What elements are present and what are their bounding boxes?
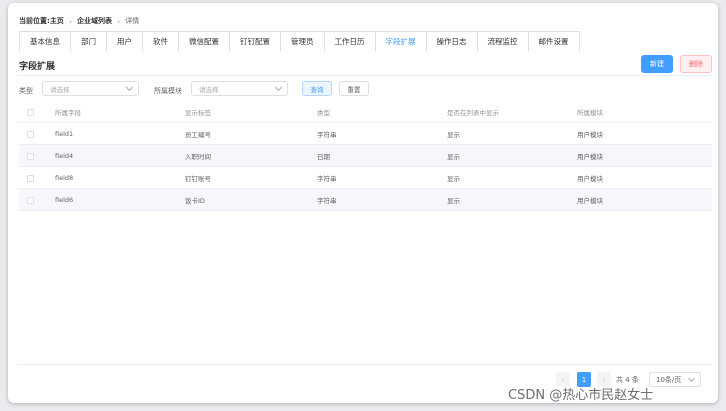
cell-label: 员工编号 — [185, 131, 211, 139]
watermark: CSDN @热心市民赵女士 — [508, 388, 654, 403]
cell-type: 字符串 — [317, 175, 337, 183]
module-select-placeholder: 请选择 — [199, 85, 219, 94]
select-all-checkbox[interactable] — [27, 108, 34, 116]
tab-dingtalk-config[interactable]: 钉钉配置 — [229, 31, 280, 51]
cell-module: 用户模块 — [577, 197, 603, 205]
cell-module: 用户模块 — [577, 131, 603, 139]
cell-field: field6 — [55, 196, 74, 204]
tab-wechat-config[interactable]: 微信配置 — [178, 31, 229, 51]
field-table: 所属字段 显示标签 类型 是否在列表中显示 所属模块 field1 员工编号 字… — [19, 101, 712, 211]
tab-basic-info[interactable]: 基本信息 — [19, 31, 70, 51]
breadcrumb-prefix: 当前位置: — [19, 17, 50, 25]
module-filter-label: 所属模块 — [154, 87, 182, 95]
cell-show-in-list: 显示 — [447, 131, 460, 139]
breadcrumb-domain-list[interactable]: 企业域列表 — [77, 16, 112, 26]
cell-label: 入职时间 — [185, 153, 211, 161]
page-size-select[interactable]: 10条/页 — [649, 372, 701, 387]
row-checkbox[interactable] — [27, 152, 34, 160]
tab-users[interactable]: 用户 — [106, 31, 142, 51]
app-window: 当前位置: 主页 › 企业域列表 › 详情 基本信息 部门 用户 软件 微信配置… — [8, 3, 718, 403]
tab-work-calendar[interactable]: 工作日历 — [323, 31, 375, 51]
section-title: 字段扩展 — [19, 62, 56, 72]
chevron-down-icon — [125, 83, 134, 92]
tab-mail-settings[interactable]: 邮件设置 — [527, 31, 580, 51]
row-checkbox[interactable] — [27, 130, 34, 138]
breadcrumb-separator-icon: › — [117, 16, 121, 26]
module-select[interactable]: 请选择 — [191, 81, 288, 96]
table-bottom-border — [19, 364, 712, 365]
breadcrumb-separator-icon: › — [68, 16, 73, 26]
cell-type: 日期 — [317, 153, 330, 161]
cell-label: 饭卡ID — [185, 197, 205, 205]
breadcrumb: 当前位置: 主页 › 企业域列表 › 详情 — [19, 14, 139, 28]
tab-field-extension[interactable]: 字段扩展 — [374, 31, 426, 51]
delete-button[interactable]: 删除 — [680, 55, 712, 73]
table-header-row: 所属字段 显示标签 类型 是否在列表中显示 所属模块 — [19, 101, 712, 123]
tab-admins[interactable]: 管理员 — [280, 31, 324, 51]
reset-button[interactable]: 重置 — [339, 81, 369, 96]
query-button[interactable]: 查询 — [302, 81, 332, 96]
cell-field: field4 — [55, 152, 74, 160]
tab-bar: 基本信息 部门 用户 软件 微信配置 钉钉配置 管理员 工作日历 字段扩展 操作… — [19, 31, 580, 51]
column-header-label: 显示标签 — [185, 109, 211, 117]
column-header-type: 类型 — [317, 109, 330, 117]
cell-label: 钉钉账号 — [185, 175, 211, 183]
cell-show-in-list: 显示 — [447, 197, 460, 205]
column-header-module: 所属模块 — [577, 109, 603, 117]
page-size-value: 10条/页 — [656, 375, 682, 384]
type-select[interactable]: 请选择 — [42, 81, 139, 96]
table-row[interactable]: field4 入职时间 日期 显示 用户模块 — [19, 145, 712, 167]
cell-field: field8 — [55, 174, 74, 182]
cell-type: 字符串 — [317, 197, 337, 205]
tab-software[interactable]: 软件 — [142, 31, 178, 51]
breadcrumb-current: 详情 — [125, 17, 140, 25]
cell-type: 字符串 — [317, 131, 337, 139]
column-header-show-in-list: 是否在列表中显示 — [447, 109, 499, 117]
cell-module: 用户模块 — [577, 175, 603, 183]
breadcrumb-home[interactable]: 主页 — [50, 16, 64, 26]
table-row[interactable]: field6 饭卡ID 字符串 显示 用户模块 — [19, 189, 712, 211]
row-checkbox[interactable] — [27, 174, 34, 182]
tab-process-monitor[interactable]: 流程监控 — [476, 31, 528, 51]
table-row[interactable]: field8 钉钉账号 字符串 显示 用户模块 — [19, 167, 712, 189]
cell-show-in-list: 显示 — [447, 153, 460, 161]
cell-show-in-list: 显示 — [447, 175, 460, 183]
section-divider — [19, 75, 712, 76]
column-header-field: 所属字段 — [55, 109, 81, 117]
tab-department[interactable]: 部门 — [70, 31, 106, 51]
chevron-down-icon — [687, 374, 696, 383]
new-button[interactable]: 新建 — [641, 55, 673, 73]
tab-operation-log[interactable]: 操作日志 — [425, 31, 477, 51]
cell-field: field1 — [55, 130, 74, 138]
table-row[interactable]: field1 员工编号 字符串 显示 用户模块 — [19, 123, 712, 145]
row-checkbox[interactable] — [27, 196, 34, 204]
chevron-down-icon — [274, 83, 283, 92]
type-filter-label: 类型 — [19, 87, 33, 95]
type-select-placeholder: 请选择 — [50, 85, 70, 94]
cell-module: 用户模块 — [577, 153, 603, 161]
